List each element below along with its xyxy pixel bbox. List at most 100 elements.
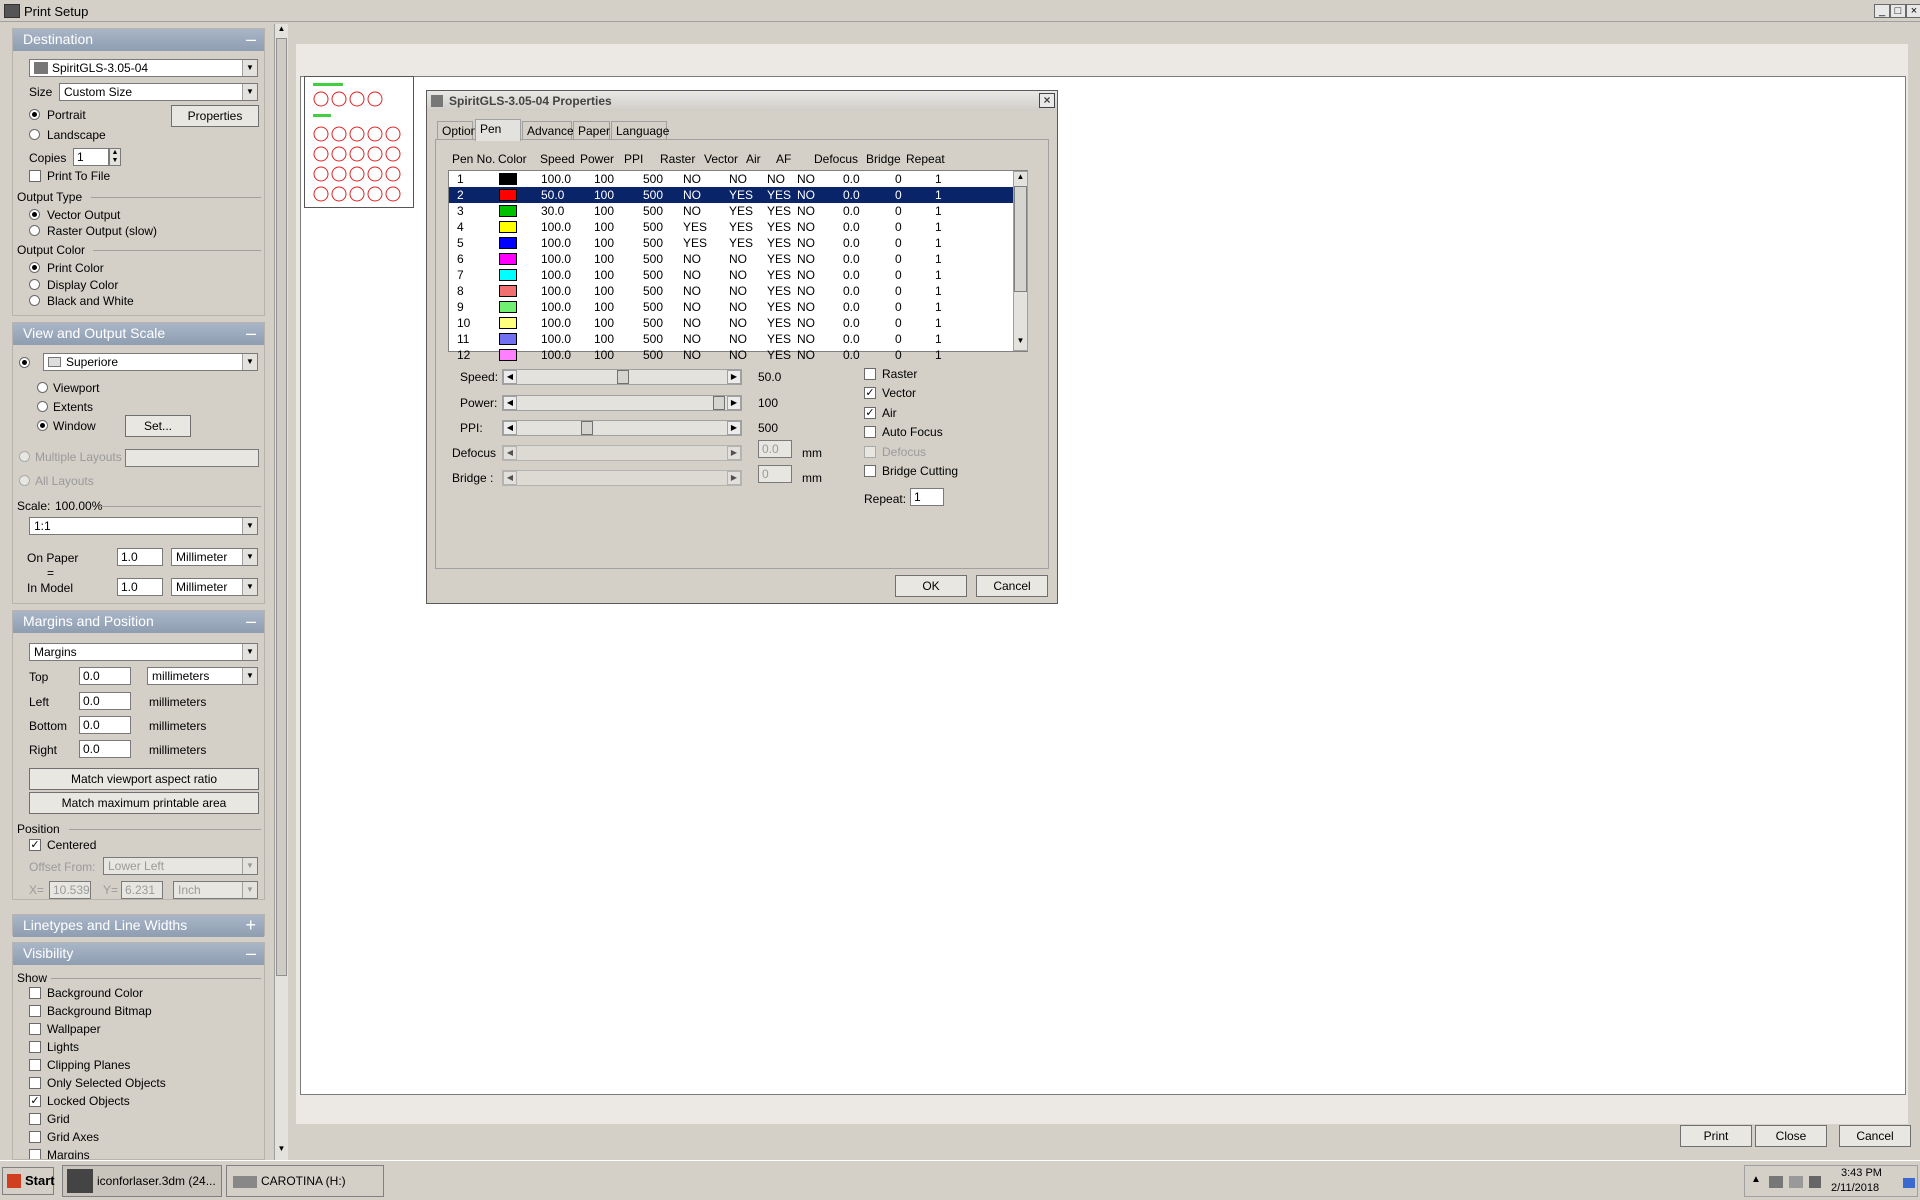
table-row[interactable]: 6 100.0 100 500 NO NO YES NO 0.0 0 1 bbox=[449, 251, 1013, 267]
speed-slider-thumb[interactable] bbox=[617, 370, 629, 384]
visibility-checkbox[interactable] bbox=[29, 1077, 41, 1089]
close-icon[interactable]: × bbox=[1906, 4, 1920, 18]
tray-chevron-icon[interactable]: ▲ bbox=[1751, 1174, 1761, 1185]
xy-unit-select[interactable]: Inch ▼ bbox=[173, 881, 258, 899]
defocus-slider[interactable]: ◀ ▶ bbox=[502, 445, 742, 461]
bridge-slider[interactable]: ◀ ▶ bbox=[502, 470, 742, 486]
collapse-icon[interactable]: – bbox=[246, 323, 256, 344]
close-button[interactable]: Close bbox=[1755, 1125, 1827, 1147]
linetypes-header[interactable]: Linetypes and Line Widths + bbox=[13, 915, 264, 937]
match-max-button[interactable]: Match maximum printable area bbox=[29, 792, 259, 814]
ppi-slider[interactable]: ◀ ▶ bbox=[502, 420, 742, 436]
pen-color-swatch[interactable] bbox=[499, 173, 517, 185]
maximize-button[interactable]: □ bbox=[1890, 4, 1906, 18]
left-field[interactable]: 0.0 bbox=[79, 692, 131, 710]
pen-color-swatch[interactable] bbox=[499, 301, 517, 313]
collapse-icon[interactable]: – bbox=[246, 943, 256, 964]
table-row[interactable]: 2 50.0 100 500 NO YES YES NO 0.0 0 1 bbox=[449, 187, 1013, 203]
x-field[interactable]: 10.539 bbox=[49, 881, 91, 899]
pen-color-swatch[interactable] bbox=[499, 333, 517, 345]
black-white-radio[interactable] bbox=[29, 295, 40, 306]
tab-option[interactable]: Option bbox=[437, 121, 477, 140]
scroll-up-icon[interactable]: ▲ bbox=[1014, 172, 1027, 186]
collapse-icon[interactable]: – bbox=[246, 29, 256, 50]
layout-thumbnail[interactable] bbox=[304, 76, 414, 208]
arrow-right-icon[interactable]: ▶ bbox=[727, 396, 741, 410]
arrow-right-icon[interactable]: ▶ bbox=[727, 471, 741, 485]
pen-color-swatch[interactable] bbox=[499, 285, 517, 297]
volume-icon[interactable] bbox=[1789, 1176, 1803, 1188]
power-slider-thumb[interactable] bbox=[713, 396, 725, 410]
collapse-icon[interactable]: – bbox=[246, 611, 256, 632]
tab-advance[interactable]: Advance bbox=[522, 121, 574, 140]
table-row[interactable]: 9 100.0 100 500 NO NO YES NO 0.0 0 1 bbox=[449, 299, 1013, 315]
landscape-radio[interactable] bbox=[29, 129, 40, 140]
flag-icon[interactable] bbox=[1809, 1176, 1821, 1188]
arrow-right-icon[interactable]: ▶ bbox=[727, 370, 741, 384]
viewport-radio[interactable] bbox=[19, 357, 30, 368]
defocus-field[interactable]: 0.0 bbox=[758, 440, 792, 458]
multiple-layouts-radio[interactable] bbox=[19, 451, 30, 462]
ppi-slider-thumb[interactable] bbox=[581, 421, 593, 435]
viewport-option-radio[interactable] bbox=[37, 382, 48, 393]
all-layouts-radio[interactable] bbox=[19, 475, 30, 486]
speed-slider[interactable]: ◀ ▶ bbox=[502, 369, 742, 385]
size-select[interactable]: Custom Size ▼ bbox=[59, 83, 258, 101]
destination-header[interactable]: Destination – bbox=[13, 29, 264, 51]
margins-header[interactable]: Margins and Position – bbox=[13, 611, 264, 633]
minimize-button[interactable]: _ bbox=[1874, 4, 1890, 18]
on-paper-unit-select[interactable]: Millimeter ▼ bbox=[171, 548, 258, 566]
match-viewport-button[interactable]: Match viewport aspect ratio bbox=[29, 768, 259, 790]
top-unit-select[interactable]: millimeters ▼ bbox=[147, 667, 258, 685]
clock-time[interactable]: 3:43 PM bbox=[1841, 1167, 1882, 1179]
table-row[interactable]: 3 30.0 100 500 NO YES YES NO 0.0 0 1 bbox=[449, 203, 1013, 219]
arrow-right-icon[interactable]: ▶ bbox=[727, 421, 741, 435]
pen-color-swatch[interactable] bbox=[499, 269, 517, 281]
bridge-field[interactable]: 0 bbox=[758, 465, 792, 483]
start-button[interactable]: Start bbox=[2, 1167, 55, 1195]
arrow-left-icon[interactable]: ◀ bbox=[503, 471, 517, 485]
table-row[interactable]: 1 100.0 100 500 NO NO NO NO 0.0 0 1 bbox=[449, 171, 1013, 187]
margins-mode-select[interactable]: Margins ▼ bbox=[29, 643, 258, 661]
expand-icon[interactable]: + bbox=[245, 915, 256, 936]
window-radio[interactable] bbox=[37, 420, 48, 431]
portrait-radio[interactable] bbox=[29, 109, 40, 120]
cancel-button[interactable]: Cancel bbox=[1839, 1125, 1911, 1147]
centered-checkbox[interactable]: ✓ bbox=[29, 839, 41, 851]
in-model-field[interactable]: 1.0 bbox=[117, 578, 163, 596]
arrow-left-icon[interactable]: ◀ bbox=[503, 370, 517, 384]
raster-output-radio[interactable] bbox=[29, 225, 40, 236]
table-row[interactable]: 4 100.0 100 500 YES YES YES NO 0.0 0 1 bbox=[449, 219, 1013, 235]
pen-color-swatch[interactable] bbox=[499, 349, 517, 361]
power-slider[interactable]: ◀ ▶ bbox=[502, 395, 742, 411]
pen-color-swatch[interactable] bbox=[499, 205, 517, 217]
visibility-checkbox[interactable] bbox=[29, 1149, 41, 1159]
display-color-radio[interactable] bbox=[29, 279, 40, 290]
network-icon[interactable] bbox=[1769, 1176, 1783, 1188]
scroll-up-icon[interactable]: ▲ bbox=[275, 24, 288, 38]
bridge-cutting-checkbox[interactable] bbox=[864, 465, 876, 477]
visibility-checkbox[interactable] bbox=[29, 987, 41, 999]
scale-select[interactable]: 1:1 ▼ bbox=[29, 517, 258, 535]
visibility-header[interactable]: Visibility – bbox=[13, 943, 264, 965]
printer-select[interactable]: SpiritGLS-3.05-04 ▼ bbox=[29, 59, 258, 77]
copies-field[interactable]: 1 bbox=[73, 148, 109, 166]
visibility-checkbox[interactable] bbox=[29, 1041, 41, 1053]
arrow-right-icon[interactable]: ▶ bbox=[727, 446, 741, 460]
offset-from-select[interactable]: Lower Left ▼ bbox=[103, 857, 258, 875]
extents-radio[interactable] bbox=[37, 401, 48, 412]
pen-table-scrollbar[interactable]: ▲ ▼ bbox=[1013, 171, 1028, 351]
multiple-layouts-field[interactable] bbox=[125, 449, 259, 467]
taskbar-item-rhino[interactable]: iconforlaser.3dm (24... bbox=[62, 1165, 222, 1197]
print-color-radio[interactable] bbox=[29, 262, 40, 273]
pen-color-swatch[interactable] bbox=[499, 317, 517, 329]
table-row[interactable]: 7 100.0 100 500 NO NO YES NO 0.0 0 1 bbox=[449, 267, 1013, 283]
clock-date[interactable]: 2/11/2018 bbox=[1831, 1182, 1879, 1194]
table-row[interactable]: 5 100.0 100 500 YES YES YES NO 0.0 0 1 bbox=[449, 235, 1013, 251]
repeat-field[interactable]: 1 bbox=[910, 488, 944, 506]
visibility-checkbox[interactable] bbox=[29, 1113, 41, 1125]
auto-focus-checkbox[interactable] bbox=[864, 426, 876, 438]
properties-button[interactable]: Properties bbox=[171, 105, 259, 127]
taskbar-item-drive[interactable]: CAROTINA (H:) bbox=[226, 1165, 384, 1197]
table-row[interactable]: 12 100.0 100 500 NO NO YES NO 0.0 0 1 bbox=[449, 347, 1013, 363]
